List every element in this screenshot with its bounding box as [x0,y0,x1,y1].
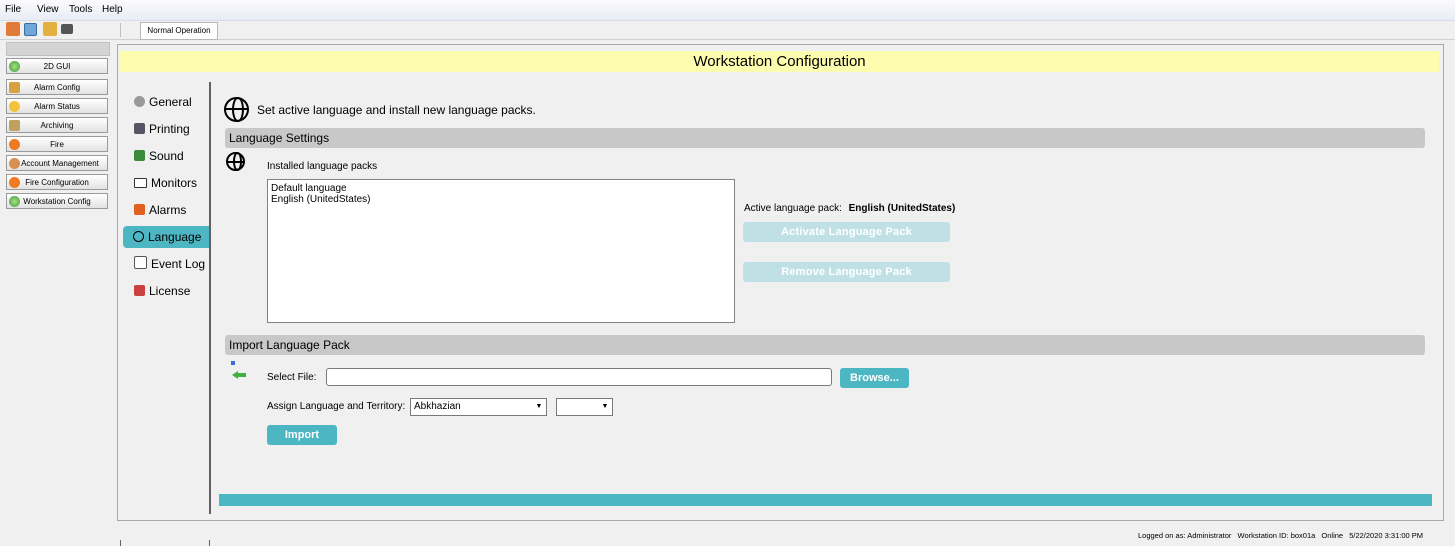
nav-item-fire[interactable]: Fire [6,136,108,152]
nav-item-label: Alarm Status [34,102,80,111]
select-file-label: Select File: [267,372,317,383]
category-label: License [149,284,191,298]
status-workstation-id: Workstation ID: box01a [1237,531,1316,540]
status-logged-on: Logged on as: Administrator [1138,531,1232,540]
list-item[interactable]: English (UnitedStates) [271,194,731,205]
menu-view[interactable]: View [37,4,59,15]
sound-icon [134,150,145,161]
import-language-pack-header: Import Language Pack [225,335,1425,355]
toolbar-separator [120,23,121,37]
chevron-down-icon: ▼ [601,403,609,410]
category-monitors[interactable]: Monitors [124,172,210,194]
binoculars-icon[interactable] [61,24,73,34]
nav-item-label: Workstation Config [23,197,91,206]
active-pack-label: Active language pack: [744,203,842,214]
category-language[interactable]: Language [123,226,209,248]
select-file-input[interactable] [326,368,832,386]
language-description: Set active language and install new lang… [257,103,536,117]
alarm-icon [134,204,145,215]
category-label: Sound [149,149,184,163]
nav-item-alarm-status[interactable]: Alarm Status [6,98,108,114]
chevron-down-icon: ▼ [535,403,543,410]
printer-icon [134,123,145,134]
list-item[interactable]: Default language [271,183,731,194]
wrench-icon [9,82,20,93]
nav-item-workstation-config[interactable]: Workstation Config [6,193,108,209]
category-label: General [149,95,192,109]
remove-language-pack-button[interactable]: Remove Language Pack [743,262,950,282]
toolbar: Normal Operation [0,21,1455,40]
language-select[interactable]: Abkhazian ▼ [410,398,547,416]
vertical-divider [120,540,121,546]
import-arrow-icon [229,361,247,379]
tab-normal-operation[interactable]: Normal Operation [140,22,218,40]
event-log-icon [134,256,147,269]
license-icon [134,285,145,296]
language-settings-header: Language Settings [225,128,1425,148]
user-icon[interactable] [6,22,20,36]
nav-item-fire-configuration[interactable]: Fire Configuration [6,174,108,190]
menu-bar: File View Tools Help [0,0,1455,21]
home-icon[interactable] [43,22,57,36]
monitor-icon [134,178,147,188]
users-icon [9,158,20,169]
globe-icon [226,152,245,171]
nav-item-2d-gui[interactable]: 2D GUI [6,58,108,74]
category-label: Monitors [151,176,198,190]
category-printing[interactable]: Printing [124,118,210,140]
status-bar: Logged on as: Administrator Workstation … [1138,531,1427,540]
language-select-value: Abkhazian [414,401,461,412]
nav-item-label: Fire Configuration [25,178,89,187]
browse-button[interactable]: Browse... [840,368,909,388]
nav-item-archiving[interactable]: Archiving [6,117,108,133]
menu-file[interactable]: File [5,4,21,15]
status-online: Online [1321,531,1344,540]
nav-item-account-management[interactable]: Account Management [6,155,108,171]
category-sound[interactable]: Sound [124,145,210,167]
globe-icon [9,61,20,72]
menu-help[interactable]: Help [102,4,123,15]
archive-icon [9,120,20,131]
nav-item-label: Account Management [21,159,99,168]
globe-icon [9,196,20,207]
installed-packs-label: Installed language packs [267,161,378,172]
assign-language-label: Assign Language and Territory: [267,401,406,412]
category-label: Language [148,230,202,244]
import-button[interactable]: Import [267,425,337,445]
active-pack-value: English (UnitedStates) [848,203,956,214]
menu-tools[interactable]: Tools [69,4,92,15]
globe-icon [224,97,249,122]
play-icon[interactable] [24,23,37,36]
nav-item-label: Archiving [40,121,74,130]
installed-packs-list[interactable]: Default language English (UnitedStates) [267,179,735,323]
nav-item-label: Fire [50,140,64,149]
category-event-log[interactable]: Event Log [124,253,210,275]
status-datetime: 5/22/2020 3:31:00 PM [1349,531,1424,540]
nav-header [6,42,110,56]
category-label: Event Log [151,257,206,271]
nav-item-label: Alarm Config [33,83,81,92]
bottom-strip [219,494,1432,506]
gear-icon [134,96,145,107]
fire-icon [9,139,20,150]
category-label: Printing [149,122,190,136]
category-license[interactable]: License [124,280,210,302]
activate-language-pack-button[interactable]: Activate Language Pack [743,222,950,242]
nav-item-label: 2D GUI [43,62,71,71]
category-general[interactable]: General [124,91,210,113]
category-alarms[interactable]: Alarms [124,199,210,221]
territory-select[interactable]: ▼ [556,398,613,416]
page-title: Workstation Configuration [120,51,1439,72]
fire-icon [9,177,20,188]
globe-icon [133,231,144,242]
category-label: Alarms [149,203,187,217]
sun-icon [9,101,20,112]
active-pack-row: Active language pack: English (UnitedSta… [744,203,955,214]
vertical-divider [209,540,210,546]
nav-item-alarm-config[interactable]: Alarm Config [6,79,108,95]
